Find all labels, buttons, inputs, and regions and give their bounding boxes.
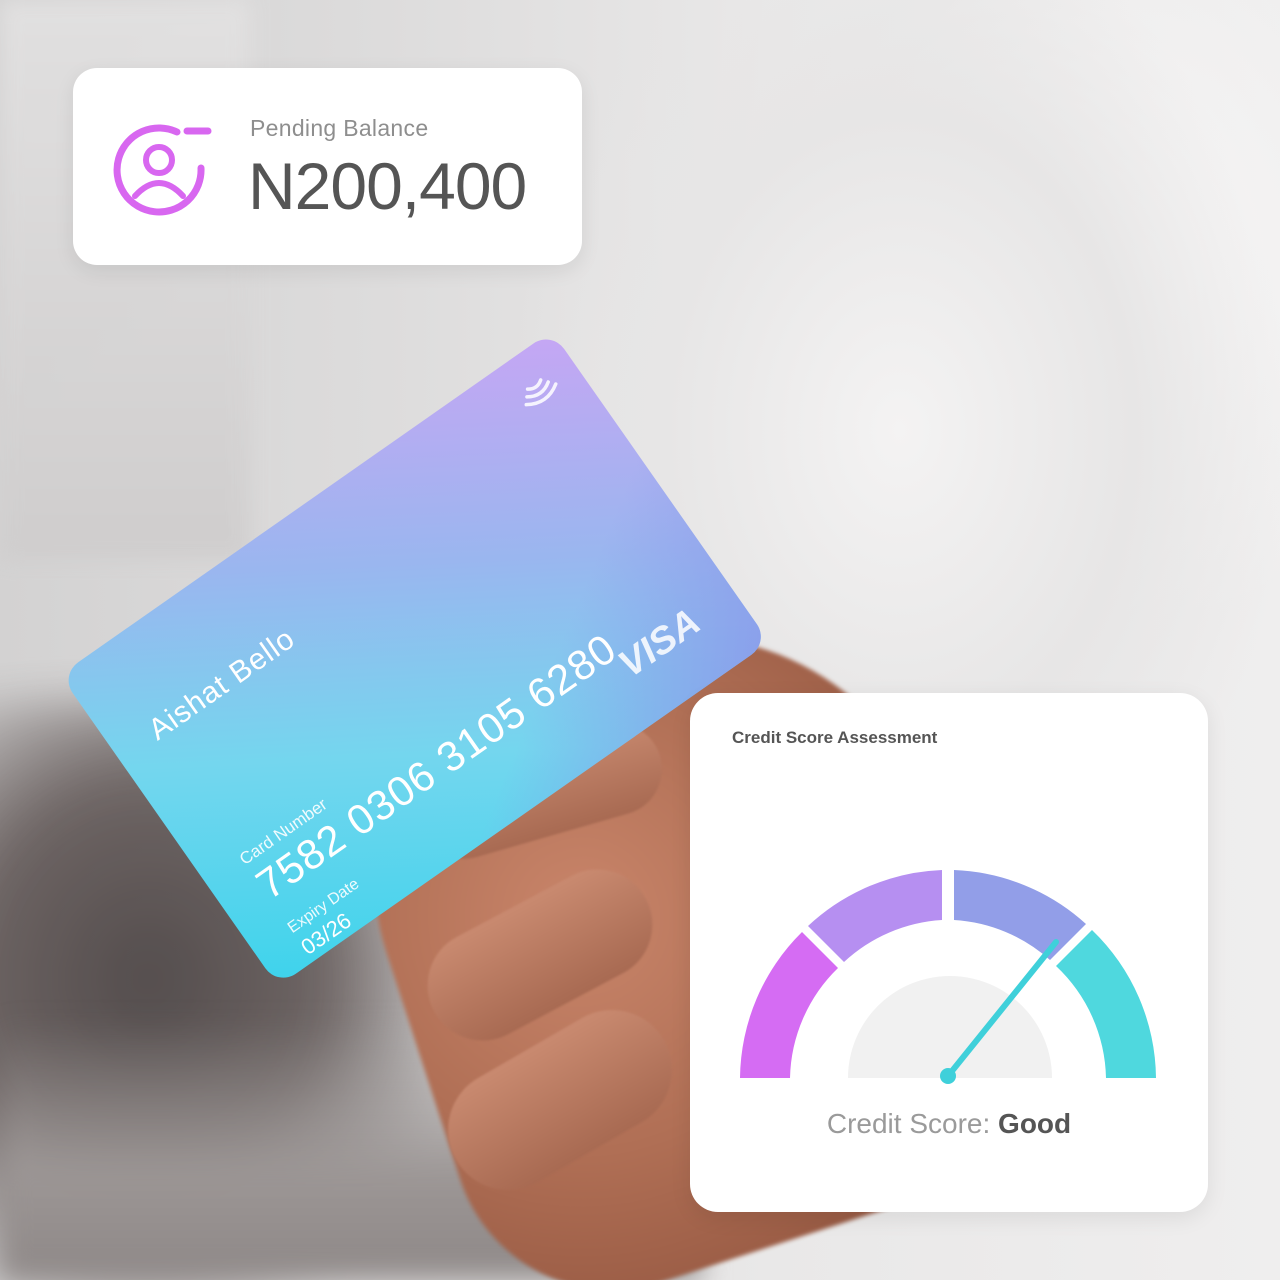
gauge-inner [848, 976, 1052, 1078]
gauge-segment-fair [808, 870, 942, 962]
gauge-segment-excellent [1056, 930, 1156, 1078]
gauge-needle-hub [940, 1068, 956, 1084]
credit-score-label: Credit Score: [826, 1108, 991, 1139]
credit-score-text: Credit Score: Good [690, 1108, 1208, 1140]
pending-balance-label: Pending Balance [250, 115, 429, 141]
credit-score-value: Good [998, 1108, 1072, 1139]
pending-balance-value: N200,400 [248, 149, 527, 223]
credit-score-title: Credit Score Assessment [732, 728, 938, 747]
gauge-segment-good [954, 870, 1086, 960]
gauge-segment-poor [740, 932, 838, 1078]
credit-score-gauge [740, 870, 1156, 1084]
user-profile-icon [113, 124, 212, 216]
